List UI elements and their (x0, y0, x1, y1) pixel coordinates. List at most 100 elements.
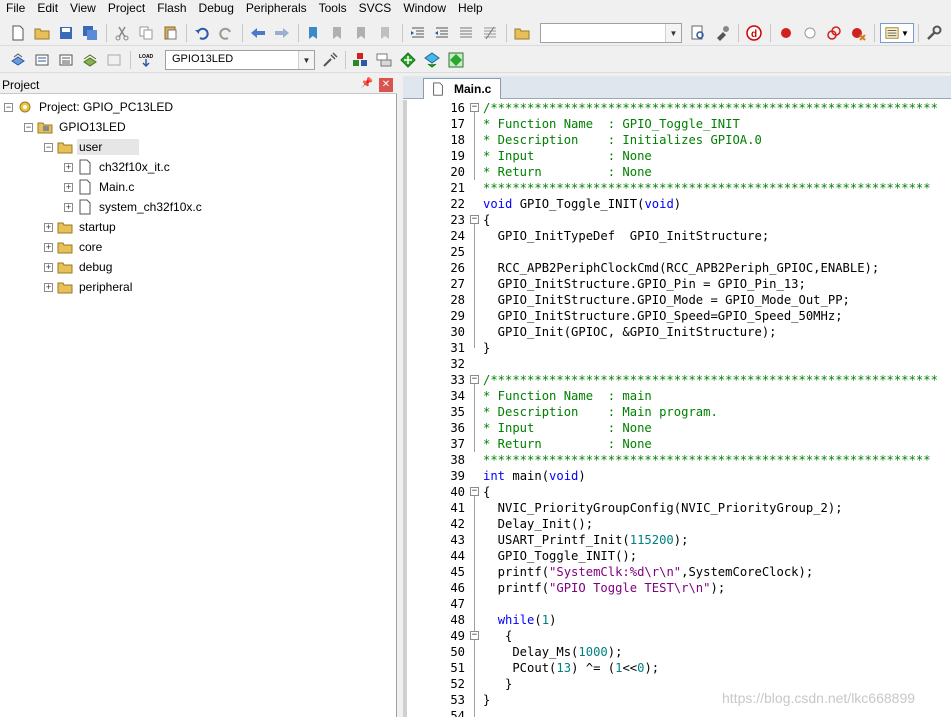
redo-icon[interactable] (216, 23, 236, 43)
copy-icon[interactable] (136, 23, 156, 43)
menu-flash[interactable]: Flash (151, 0, 192, 18)
menu-view[interactable]: View (64, 0, 102, 18)
clear-bookmarks-icon[interactable] (376, 23, 396, 43)
file-extensions-icon[interactable] (374, 50, 394, 70)
build-icon[interactable] (32, 50, 52, 70)
tree-item-group[interactable]: + debug (44, 257, 114, 277)
menu-help[interactable]: Help (452, 0, 489, 18)
file-label: Main.c (99, 180, 135, 194)
disable-breakpoint-icon[interactable] (800, 23, 820, 43)
find-in-files-icon[interactable] (512, 23, 532, 43)
comment-icon[interactable] (456, 23, 476, 43)
tab-main-c[interactable]: Main.c (423, 78, 501, 99)
prev-bookmark-icon[interactable] (328, 23, 348, 43)
menu-edit[interactable]: Edit (31, 0, 64, 18)
incremental-find-icon[interactable] (712, 23, 732, 43)
rebuild-icon[interactable] (56, 50, 76, 70)
tree-item-file[interactable]: + ch32f10x_it.c (64, 157, 172, 177)
collapse-icon[interactable]: − (44, 142, 53, 152)
fold-toggle[interactable]: − (470, 631, 479, 640)
group-label: core (79, 240, 103, 254)
code-line: −/**************************************… (470, 101, 938, 115)
fold-toggle[interactable]: − (470, 215, 479, 224)
tree-item-target[interactable]: − GPIO13LED (24, 117, 128, 137)
breakpoint-icon[interactable] (776, 23, 796, 43)
target-select[interactable]: GPIO13LED ▼ (165, 50, 315, 70)
target-options-icon[interactable] (320, 50, 340, 70)
nav-back-icon[interactable] (248, 23, 268, 43)
tree-item-project[interactable]: − Project: GPIO_PC13LED (4, 97, 175, 117)
uncomment-icon[interactable] (480, 23, 500, 43)
tree-item-file[interactable]: + system_ch32f10x.c (64, 197, 204, 217)
expand-icon[interactable]: + (64, 182, 73, 192)
fold-toggle[interactable]: − (470, 103, 479, 112)
menu-project[interactable]: Project (102, 0, 151, 18)
c-file-icon (430, 81, 446, 97)
tree-item-group[interactable]: + startup (44, 217, 118, 237)
folder-icon (57, 259, 73, 275)
expand-icon[interactable]: + (44, 222, 53, 232)
batch-build-icon[interactable] (80, 50, 100, 70)
tree-item-group-user[interactable]: − user (44, 137, 139, 157)
stop-build-icon[interactable] (104, 50, 124, 70)
undo-icon[interactable] (192, 23, 212, 43)
nav-forward-icon[interactable] (272, 23, 292, 43)
open-folder-icon[interactable] (32, 23, 52, 43)
cut-icon[interactable] (112, 23, 132, 43)
fold-toggle[interactable]: − (470, 487, 479, 496)
code-editor: Main.c 16 17 18 19 20 21 22 23 24 25 26 27 28 29 30 31 3… (403, 76, 951, 717)
menu-tools[interactable]: Tools (313, 0, 353, 18)
watermark: https://blog.csdn.net/lkc668899 (722, 690, 916, 706)
configure-icon[interactable] (924, 23, 944, 43)
collapse-icon[interactable]: − (4, 102, 13, 112)
window-layout-icon[interactable]: ▼ (880, 23, 914, 43)
code-line: GPIO_Init(GPIOC, &GPIO_InitStructure); (483, 325, 777, 339)
save-icon[interactable] (56, 23, 76, 43)
pack-installer-icon[interactable] (422, 50, 442, 70)
menu-window[interactable]: Window (397, 0, 452, 18)
tree-item-group[interactable]: + peripheral (44, 277, 134, 297)
event-recorder-icon[interactable] (446, 50, 466, 70)
menu-peripherals[interactable]: Peripherals (240, 0, 313, 18)
unindent-icon[interactable] (432, 23, 452, 43)
tree-item-group[interactable]: + core (44, 237, 104, 257)
indent-icon[interactable] (408, 23, 428, 43)
manage-components-icon[interactable] (350, 50, 370, 70)
chevron-down-icon[interactable]: ▼ (298, 51, 314, 69)
menu-file[interactable]: File (0, 0, 31, 18)
find-combo[interactable]: ▼ (540, 23, 682, 43)
select-packs-icon[interactable] (398, 50, 418, 70)
expand-icon[interactable]: + (44, 282, 53, 292)
find-icon[interactable] (688, 23, 708, 43)
kill-breakpoints-icon[interactable] (848, 23, 868, 43)
menu-svcs[interactable]: SVCS (353, 0, 398, 18)
code-area[interactable]: 16 17 18 19 20 21 22 23 24 25 26 27 28 29 30 31 32 33 34 35… (403, 100, 951, 717)
expand-icon[interactable]: + (64, 202, 73, 212)
code-line: ****************************************… (483, 453, 931, 467)
new-file-icon[interactable] (8, 23, 28, 43)
project-panel: Project 📌 ✕ − Project: GPIO_PC13LED − GP… (0, 76, 397, 717)
code-line: * Return : None (483, 437, 652, 451)
save-all-icon[interactable] (80, 23, 100, 43)
pin-icon[interactable]: 📌 (360, 78, 374, 92)
paste-icon[interactable] (160, 23, 180, 43)
debug-session-icon[interactable]: d (744, 23, 764, 43)
menu-debug[interactable]: Debug (193, 0, 240, 18)
expand-icon[interactable]: + (44, 262, 53, 272)
collapse-icon[interactable]: − (24, 122, 33, 132)
translate-icon[interactable] (8, 50, 28, 70)
disable-all-breakpoints-icon[interactable] (824, 23, 844, 43)
code-line: int main(void) (483, 469, 586, 483)
expand-icon[interactable]: + (44, 242, 53, 252)
close-icon[interactable]: ✕ (379, 78, 393, 92)
fold-toggle[interactable]: − (470, 375, 479, 384)
expand-icon[interactable]: + (64, 162, 73, 172)
code-line: void GPIO_Toggle_INIT(void) (483, 197, 682, 211)
download-load-icon[interactable]: LOAD (136, 50, 156, 70)
bookmark-icon[interactable] (304, 23, 324, 43)
next-bookmark-icon[interactable] (352, 23, 372, 43)
tree-item-file[interactable]: + Main.c (64, 177, 136, 197)
